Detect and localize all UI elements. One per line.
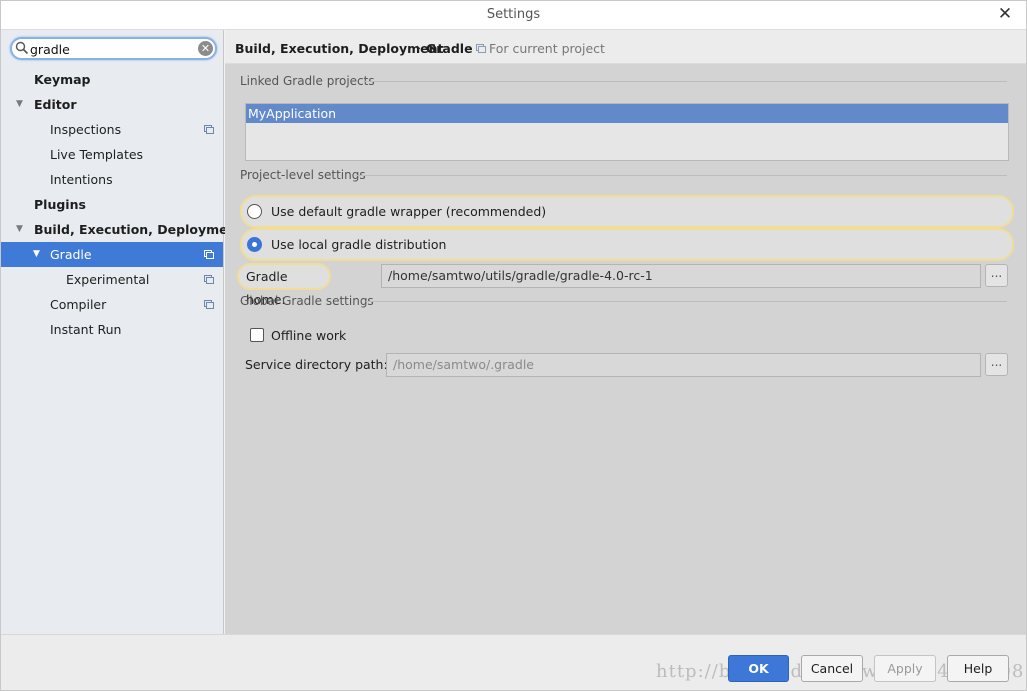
expanded-arrow-icon[interactable]: ▼ [16, 217, 23, 242]
linked-projects-list[interactable]: MyApplication [245, 103, 1009, 161]
sidebar-item-build-execution-deployment[interactable]: ▼ Build, Execution, Deployment [1, 217, 242, 242]
breadcrumb-separator: › [416, 40, 421, 55]
breadcrumb-parent[interactable]: Build, Execution, Deployment [235, 41, 443, 56]
radio-label: Use default gradle wrapper (recommended) [271, 204, 547, 219]
title-bar: Settings ✕ [1, 1, 1026, 30]
offline-work-label[interactable]: Offline work [271, 328, 346, 343]
sidebar-item-compiler[interactable]: Compiler [1, 292, 223, 317]
gradle-home-field[interactable]: /home/samtwo/utils/gradle/gradle-4.0-rc-… [381, 264, 981, 288]
list-item[interactable]: MyApplication [246, 104, 1008, 123]
search-input[interactable] [30, 41, 193, 57]
sidebar-item-label: Gradle [50, 247, 92, 262]
radio-default-wrapper[interactable]: Use default gradle wrapper (recommended) [240, 195, 1014, 228]
close-icon[interactable]: ✕ [996, 5, 1014, 23]
sidebar-item-label: Editor [34, 97, 77, 112]
service-dir-field[interactable]: /home/samtwo/.gradle [386, 353, 981, 377]
sidebar-item-label: Compiler [50, 297, 107, 312]
settings-content: Build, Execution, Deployment › Gradle Fo… [225, 30, 1026, 634]
browse-gradle-home-button[interactable]: ... [985, 264, 1008, 287]
gradle-home-label: Gradle home: [237, 263, 331, 307]
sidebar-item-label: Plugins [34, 197, 86, 212]
sidebar-item-keymap[interactable]: Keymap [1, 67, 223, 92]
clear-search-icon[interactable]: ✕ [198, 41, 213, 56]
radio-local-distribution[interactable]: Use local gradle distribution [240, 228, 1014, 261]
search-box[interactable]: ✕ [10, 37, 217, 60]
apply-button[interactable]: Apply [874, 655, 936, 682]
divider [366, 301, 1007, 302]
settings-dialog: Settings ✕ ✕ Keymap ▼ Editor Inspections [0, 0, 1027, 691]
sidebar-item-instant-run[interactable]: Instant Run [1, 317, 223, 342]
project-scope-icon [204, 300, 214, 309]
divider [355, 175, 1007, 176]
radio-button[interactable] [247, 204, 262, 219]
global-settings-header: Global Gradle settings [240, 294, 374, 308]
radio-label: Use local gradle distribution [271, 237, 447, 252]
dialog-footer: http://blog.csdn.net/weixin_4185308 OK C… [1, 634, 1026, 690]
ok-button[interactable]: OK [728, 655, 789, 682]
sidebar-item-label: Inspections [50, 122, 122, 137]
browse-service-dir-button[interactable]: ... [985, 353, 1008, 376]
offline-work-checkbox[interactable] [250, 328, 264, 342]
scope-label: For current project [489, 41, 605, 56]
settings-tree: Keymap ▼ Editor Inspections Live Templat… [1, 67, 242, 342]
sidebar-item-live-templates[interactable]: Live Templates [1, 142, 223, 167]
expanded-arrow-icon[interactable]: ▼ [16, 92, 23, 117]
breadcrumb: Build, Execution, Deployment › Gradle Fo… [225, 30, 1026, 64]
sidebar-item-plugins[interactable]: Plugins [1, 192, 223, 217]
sidebar-item-experimental[interactable]: Experimental [1, 267, 223, 292]
sidebar-item-label: Build, Execution, Deployment [34, 222, 243, 237]
breadcrumb-current: Gradle [426, 41, 473, 56]
help-button[interactable]: Help [947, 655, 1009, 682]
radio-button[interactable] [247, 237, 262, 252]
sidebar-item-intentions[interactable]: Intentions [1, 167, 223, 192]
sidebar-item-gradle[interactable]: ▼ Gradle [1, 242, 223, 267]
divider [365, 81, 1007, 82]
sidebar-item-label: Live Templates [50, 147, 144, 162]
sidebar: ✕ Keymap ▼ Editor Inspections Live Templ… [1, 30, 242, 634]
linked-projects-header: Linked Gradle projects [240, 74, 375, 88]
project-scope-icon [204, 125, 214, 134]
project-scope-icon [204, 250, 214, 259]
sidebar-item-label: Instant Run [50, 322, 122, 337]
search-icon [15, 41, 29, 55]
project-level-header: Project-level settings [240, 168, 366, 182]
sidebar-item-label: Experimental [66, 272, 150, 287]
project-scope-icon [204, 275, 214, 284]
expanded-arrow-icon[interactable]: ▼ [33, 242, 40, 267]
sidebar-item-label: Keymap [34, 72, 91, 87]
project-scope-icon [476, 44, 486, 53]
cancel-button[interactable]: Cancel [801, 655, 863, 682]
sidebar-item-editor[interactable]: ▼ Editor [1, 92, 223, 117]
window-title: Settings [486, 7, 541, 22]
sidebar-item-inspections[interactable]: Inspections [1, 117, 223, 142]
service-dir-label: Service directory path: [245, 357, 388, 372]
sidebar-item-label: Intentions [50, 172, 113, 187]
